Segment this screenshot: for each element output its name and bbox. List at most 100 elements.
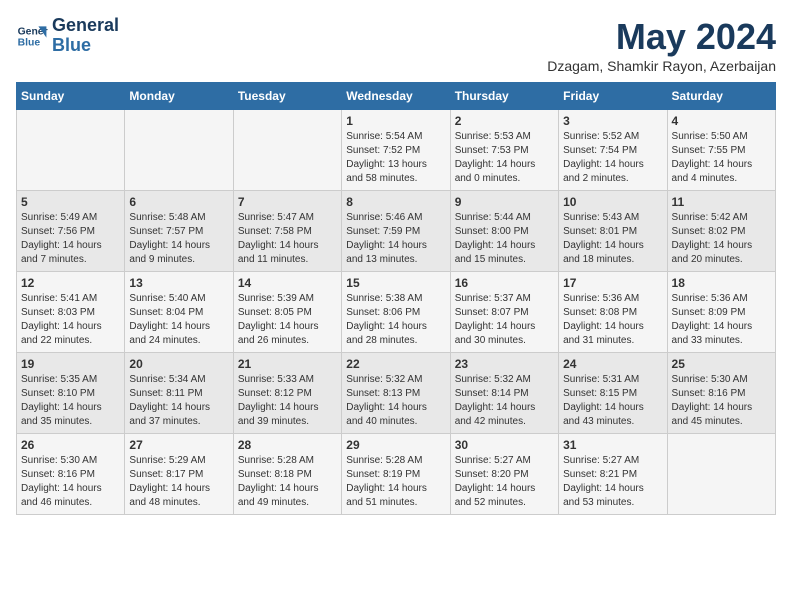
day-info: Sunrise: 5:42 AM Sunset: 8:02 PM Dayligh… (672, 211, 771, 267)
calendar-cell: 28Sunrise: 5:28 AM Sunset: 8:18 PM Dayli… (233, 434, 341, 515)
calendar-header-row: SundayMondayTuesdayWednesdayThursdayFrid… (17, 83, 776, 110)
calendar-cell: 29 Sunrise: 5:28 AM Sunset: 8:19 PM Dayli… (342, 434, 450, 515)
day-info: Sunrise: 5:27 AM Sunset: 8:20 PM Dayligh… (455, 454, 554, 510)
day-number: 29 (346, 438, 445, 452)
day-number: 28 (238, 438, 337, 452)
logo-icon: General Blue (16, 20, 48, 52)
day-info: Sunrise: 5:48 AM Sunset: 7:57 PM Dayligh… (129, 211, 228, 267)
day-number: 23 (455, 357, 554, 371)
day-number: 17 (563, 276, 662, 290)
day-info: Sunrise: 5:52 AM Sunset: 7:54 PM Dayligh… (563, 130, 662, 186)
location: Dzagam, Shamkir Rayon, Azerbaijan (547, 58, 776, 74)
calendar-cell: 7Sunrise: 5:47 AM Sunset: 7:58 PM Daylig… (233, 191, 341, 272)
day-info: Sunrise: 5:30 AM Sunset: 8:16 PM Dayligh… (672, 373, 771, 429)
day-number: 18 (672, 276, 771, 290)
day-info: Sunrise: 5:28 AM Sunset: 8:19 PM Dayligh… (346, 454, 445, 510)
day-number: 14 (238, 276, 337, 290)
calendar-cell: 25Sunrise: 5:30 AM Sunset: 8:16 PM Dayli… (667, 353, 775, 434)
calendar-week-5: 26 Sunrise: 5:30 AM Sunset: 8:16 PM Dayli… (17, 434, 776, 515)
header-saturday: Saturday (667, 83, 775, 110)
day-number: 10 (563, 195, 662, 209)
calendar-cell: 12 Sunrise: 5:41 AM Sunset: 8:03 PM Dayli… (17, 272, 125, 353)
day-info: Sunrise: 5:36 AM Sunset: 8:08 PM Dayligh… (563, 292, 662, 348)
day-info: Sunrise: 5:50 AM Sunset: 7:55 PM Dayligh… (672, 130, 771, 186)
calendar-cell: 14Sunrise: 5:39 AM Sunset: 8:05 PM Dayli… (233, 272, 341, 353)
day-number: 7 (238, 195, 337, 209)
day-number: 15 (346, 276, 445, 290)
day-number: 21 (238, 357, 337, 371)
day-number: 12 (21, 276, 120, 290)
day-number: 11 (672, 195, 771, 209)
calendar-cell: 4 Sunrise: 5:50 AM Sunset: 7:55 PM Daylig… (667, 110, 775, 191)
calendar-table: SundayMondayTuesdayWednesdayThursdayFrid… (16, 82, 776, 515)
calendar-cell: 16 Sunrise: 5:37 AM Sunset: 8:07 PM Dayli… (450, 272, 558, 353)
logo: General Blue General Blue (16, 16, 119, 56)
calendar-week-1: 1Sunrise: 5:54 AM Sunset: 7:52 PM Daylig… (17, 110, 776, 191)
page-header: General Blue General Blue May 2024 Dzaga… (16, 16, 776, 74)
day-info: Sunrise: 5:41 AM Sunset: 8:03 PM Dayligh… (21, 292, 120, 348)
calendar-cell: 19 Sunrise: 5:35 AM Sunset: 8:10 PM Dayli… (17, 353, 125, 434)
day-info: Sunrise: 5:53 AM Sunset: 7:53 PM Dayligh… (455, 130, 554, 186)
day-info: Sunrise: 5:35 AM Sunset: 8:10 PM Dayligh… (21, 373, 120, 429)
calendar-week-3: 12 Sunrise: 5:41 AM Sunset: 8:03 PM Dayli… (17, 272, 776, 353)
calendar-cell: 5Sunrise: 5:49 AM Sunset: 7:56 PM Daylig… (17, 191, 125, 272)
day-number: 8 (346, 195, 445, 209)
day-number: 4 (672, 114, 771, 128)
calendar-cell: 22 Sunrise: 5:32 AM Sunset: 8:13 PM Dayli… (342, 353, 450, 434)
day-number: 13 (129, 276, 228, 290)
calendar-cell (667, 434, 775, 515)
calendar-week-4: 19 Sunrise: 5:35 AM Sunset: 8:10 PM Dayli… (17, 353, 776, 434)
calendar-cell: 1Sunrise: 5:54 AM Sunset: 7:52 PM Daylig… (342, 110, 450, 191)
header-thursday: Thursday (450, 83, 558, 110)
header-wednesday: Wednesday (342, 83, 450, 110)
day-number: 5 (21, 195, 120, 209)
day-number: 30 (455, 438, 554, 452)
day-number: 9 (455, 195, 554, 209)
day-info: Sunrise: 5:32 AM Sunset: 8:13 PM Dayligh… (346, 373, 445, 429)
day-number: 19 (21, 357, 120, 371)
calendar-cell: 18 Sunrise: 5:36 AM Sunset: 8:09 PM Dayli… (667, 272, 775, 353)
calendar-cell: 24 Sunrise: 5:31 AM Sunset: 8:15 PM Dayli… (559, 353, 667, 434)
calendar-cell (125, 110, 233, 191)
calendar-cell: 30 Sunrise: 5:27 AM Sunset: 8:20 PM Dayli… (450, 434, 558, 515)
day-number: 6 (129, 195, 228, 209)
day-info: Sunrise: 5:44 AM Sunset: 8:00 PM Dayligh… (455, 211, 554, 267)
day-info: Sunrise: 5:38 AM Sunset: 8:06 PM Dayligh… (346, 292, 445, 348)
day-number: 1 (346, 114, 445, 128)
title-block: May 2024 Dzagam, Shamkir Rayon, Azerbaij… (547, 16, 776, 74)
day-info: Sunrise: 5:40 AM Sunset: 8:04 PM Dayligh… (129, 292, 228, 348)
day-number: 26 (21, 438, 120, 452)
day-number: 2 (455, 114, 554, 128)
day-info: Sunrise: 5:43 AM Sunset: 8:01 PM Dayligh… (563, 211, 662, 267)
calendar-cell: 6 Sunrise: 5:48 AM Sunset: 7:57 PM Daylig… (125, 191, 233, 272)
day-info: Sunrise: 5:27 AM Sunset: 8:21 PM Dayligh… (563, 454, 662, 510)
day-info: Sunrise: 5:37 AM Sunset: 8:07 PM Dayligh… (455, 292, 554, 348)
logo-text: General Blue (52, 16, 119, 56)
day-number: 22 (346, 357, 445, 371)
day-info: Sunrise: 5:34 AM Sunset: 8:11 PM Dayligh… (129, 373, 228, 429)
calendar-cell: 15 Sunrise: 5:38 AM Sunset: 8:06 PM Dayli… (342, 272, 450, 353)
day-info: Sunrise: 5:36 AM Sunset: 8:09 PM Dayligh… (672, 292, 771, 348)
day-number: 24 (563, 357, 662, 371)
header-monday: Monday (125, 83, 233, 110)
calendar-cell (233, 110, 341, 191)
day-info: Sunrise: 5:33 AM Sunset: 8:12 PM Dayligh… (238, 373, 337, 429)
svg-text:Blue: Blue (18, 37, 41, 48)
calendar-cell: 20Sunrise: 5:34 AM Sunset: 8:11 PM Dayli… (125, 353, 233, 434)
calendar-cell: 3 Sunrise: 5:52 AM Sunset: 7:54 PM Daylig… (559, 110, 667, 191)
calendar-cell: 21 Sunrise: 5:33 AM Sunset: 8:12 PM Dayli… (233, 353, 341, 434)
day-number: 3 (563, 114, 662, 128)
calendar-body: 1Sunrise: 5:54 AM Sunset: 7:52 PM Daylig… (17, 110, 776, 515)
day-info: Sunrise: 5:30 AM Sunset: 8:16 PM Dayligh… (21, 454, 120, 510)
calendar-week-2: 5Sunrise: 5:49 AM Sunset: 7:56 PM Daylig… (17, 191, 776, 272)
calendar-cell: 27Sunrise: 5:29 AM Sunset: 8:17 PM Dayli… (125, 434, 233, 515)
calendar-cell: 23Sunrise: 5:32 AM Sunset: 8:14 PM Dayli… (450, 353, 558, 434)
day-number: 16 (455, 276, 554, 290)
header-sunday: Sunday (17, 83, 125, 110)
header-friday: Friday (559, 83, 667, 110)
calendar-cell: 26 Sunrise: 5:30 AM Sunset: 8:16 PM Dayli… (17, 434, 125, 515)
day-info: Sunrise: 5:31 AM Sunset: 8:15 PM Dayligh… (563, 373, 662, 429)
day-number: 31 (563, 438, 662, 452)
calendar-cell: 9 Sunrise: 5:44 AM Sunset: 8:00 PM Daylig… (450, 191, 558, 272)
calendar-cell: 17 Sunrise: 5:36 AM Sunset: 8:08 PM Dayli… (559, 272, 667, 353)
